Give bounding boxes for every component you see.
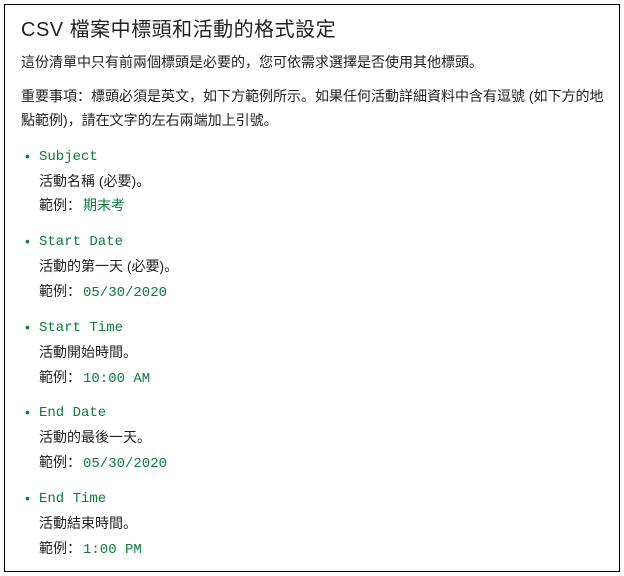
field-name: Start Time [39,318,607,339]
field-name: Start Date [39,232,607,253]
field-desc: 活動的第一天 (必要)。 [39,255,607,279]
field-example: 範例：05/30/2020 [39,280,607,306]
example-label: 範例： [39,197,81,213]
example-value: 10:00 AM [83,371,150,387]
field-desc: 活動名稱 (必要)。 [39,170,607,194]
example-value: 05/30/2020 [83,285,167,301]
field-example: 範例：1:00 PM [39,537,607,563]
field-name: End Time [39,489,607,510]
example-label: 範例： [39,283,81,299]
doc-frame: CSV 檔案中標頭和活動的格式設定 這份清單中只有前兩個標頭是必要的，您可依需求… [4,4,620,572]
example-value: 期末考 [83,199,125,215]
list-item: End Time 活動結束時間。 範例：1:00 PM [25,489,607,563]
field-list: Subject 活動名稱 (必要)。 範例：期末考 Start Date 活動的… [21,147,607,572]
field-desc: 活動開始時間。 [39,341,607,365]
list-item: Subject 活動名稱 (必要)。 範例：期末考 [25,147,607,221]
field-desc: 活動結束時間。 [39,512,607,536]
page-title: CSV 檔案中標頭和活動的格式設定 [21,13,607,42]
field-name: End Date [39,403,607,424]
intro-text: 這份清單中只有前兩個標頭是必要的，您可依需求選擇是否使用其他標頭。 [21,52,607,73]
field-example: 範例：05/30/2020 [39,451,607,477]
example-label: 範例： [39,540,81,556]
list-item: Start Time 活動開始時間。 範例：10:00 AM [25,318,607,392]
important-note: 重要事項：標頭必須是英文，如下方範例所示。如果任何活動詳細資料中含有逗號 (如下… [21,85,607,133]
example-value: 05/30/2020 [83,456,167,472]
field-example: 範例：期末考 [39,194,607,220]
field-desc: 活動的最後一天。 [39,426,607,450]
example-value: 1:00 PM [83,542,142,558]
field-example: 範例：10:00 AM [39,366,607,392]
field-name: Subject [39,147,607,168]
list-item: Start Date 活動的第一天 (必要)。 範例：05/30/2020 [25,232,607,306]
example-label: 範例： [39,369,81,385]
list-item: End Date 活動的最後一天。 範例：05/30/2020 [25,403,607,477]
example-label: 範例： [39,454,81,470]
